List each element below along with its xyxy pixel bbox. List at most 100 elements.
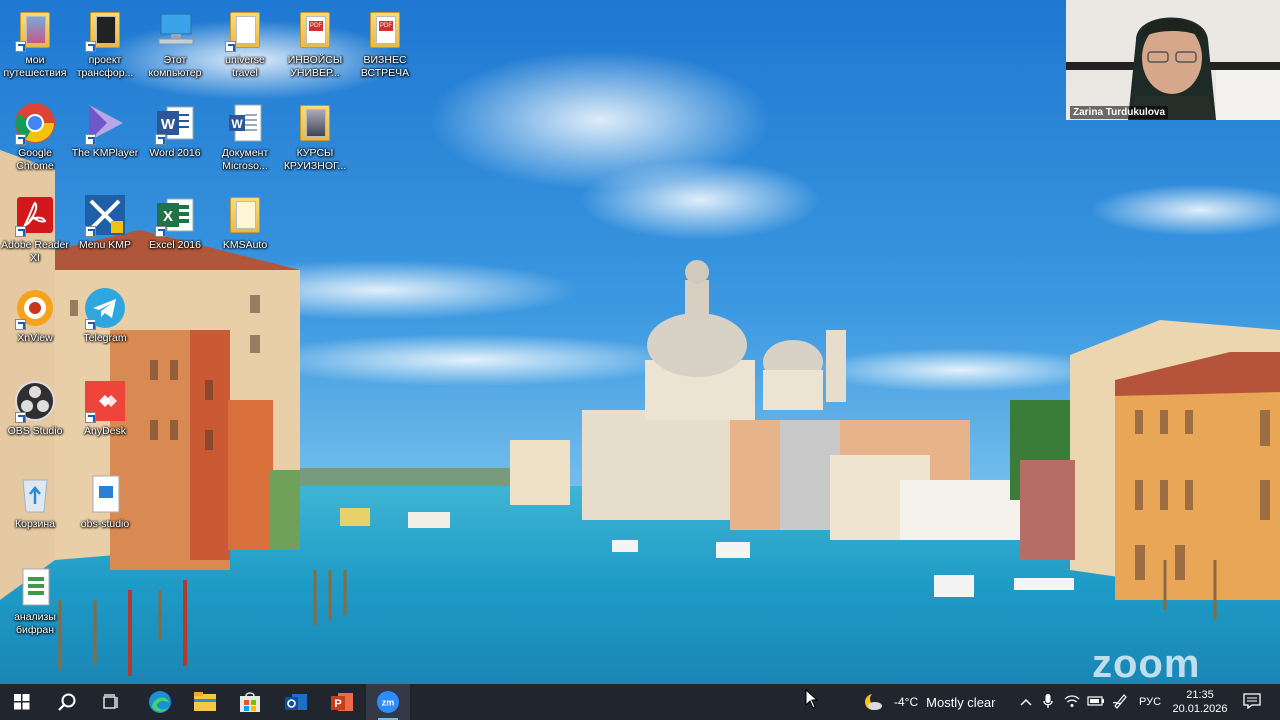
folder-pdf-icon: PDF	[363, 8, 407, 52]
icon-label: Документ Microso...	[221, 147, 269, 172]
clock[interactable]: 21:35 20.01.2026	[1168, 688, 1232, 716]
search-icon	[58, 693, 76, 711]
desktop-icon-analizy[interactable]: анализы бифран	[0, 557, 70, 643]
anydesk-icon	[83, 379, 127, 423]
clock-time: 21:35	[1186, 689, 1214, 701]
mouse-cursor-icon	[805, 689, 819, 709]
svg-text:W: W	[161, 116, 176, 133]
icon-label: проект трансфор...	[76, 54, 134, 79]
weather-widget[interactable]: -4°C Mostly clear	[862, 684, 996, 720]
folder-icon	[13, 8, 57, 52]
notification-center-icon[interactable]	[1232, 692, 1272, 712]
store-icon	[240, 692, 260, 712]
windows-logo-icon	[14, 694, 30, 710]
zoom-video-tile[interactable]: Zarina Turdukulova	[1066, 0, 1280, 120]
file-explorer-icon	[194, 692, 216, 711]
adobe-reader-icon	[13, 193, 57, 237]
file-explorer-taskbar-button[interactable]	[183, 684, 227, 720]
microphone-icon[interactable]	[1036, 693, 1060, 712]
edge-icon	[149, 691, 171, 713]
icon-label: OBS Studio	[7, 425, 63, 437]
desktop-icon-universe-travel[interactable]: universe travel	[210, 0, 280, 86]
zoom-taskbar-button[interactable]: zm	[366, 684, 410, 720]
obs-icon	[13, 379, 57, 423]
battery-icon[interactable]	[1084, 695, 1108, 710]
desktop-icon-kmplayer[interactable]: The KMPlayer	[70, 93, 140, 179]
icon-label: Menu KMP	[79, 239, 131, 251]
zoom-icon: zm	[377, 691, 399, 713]
folder-icon	[83, 8, 127, 52]
zoom-watermark: zoom	[1092, 642, 1201, 686]
weather-temperature: -4°C	[894, 695, 919, 709]
desktop-icon-telegram[interactable]: Telegram	[70, 278, 140, 364]
powerpoint-icon: P	[331, 693, 353, 711]
desktop-icon-excel-2016[interactable]: X Excel 2016	[140, 185, 210, 271]
desktop-icon-kmsauto[interactable]: KMSAuto	[210, 185, 280, 271]
icon-label: Этот компьютер	[148, 54, 202, 79]
svg-text:zm: zm	[382, 698, 395, 708]
folder-icon	[293, 101, 337, 145]
search-button[interactable]	[45, 684, 89, 720]
participant-name-label: Zarina Turdukulova	[1070, 106, 1169, 119]
desktop-icon-biznes-vstrecha[interactable]: PDF ВИЗНЕС ВСТРЕЧА	[350, 0, 420, 86]
participant-video	[1066, 0, 1280, 120]
icon-label: ИНВОЙСЫ УНИВЕР...	[287, 54, 343, 79]
folder-icon	[223, 8, 267, 52]
icon-label: Word 2016	[149, 147, 201, 159]
icon-label: Adobe Reader XI	[1, 239, 69, 264]
icon-label: universe travel	[225, 54, 265, 79]
icon-label: мои путешествия	[3, 54, 67, 79]
clock-date: 20.01.2026	[1172, 703, 1228, 715]
icon-label: obs-studio	[80, 518, 130, 530]
chrome-icon	[13, 101, 57, 145]
outlook-taskbar-button[interactable]	[274, 684, 318, 720]
icon-label: Excel 2016	[149, 239, 201, 251]
wifi-icon[interactable]	[1060, 694, 1084, 711]
file-icon	[83, 472, 127, 516]
telegram-icon	[83, 286, 127, 330]
kmp-menu-icon	[83, 193, 127, 237]
desktop-icon-google-chrome[interactable]: Google Chrome	[0, 93, 70, 179]
desktop-icon-kursy[interactable]: КУРСЫ КРУИЗНОГ...	[280, 93, 350, 179]
desktop-icon-adobe-reader[interactable]: Adobe Reader XI	[0, 185, 70, 271]
desktop-icon-proekt[interactable]: проект трансфор...	[70, 0, 140, 86]
desktop-icon-invoisy[interactable]: PDF ИНВОЙСЫ УНИВЕР...	[280, 0, 350, 86]
desktop-icon-obs-studio-file[interactable]: obs-studio	[70, 464, 140, 550]
desktop-icon-menu-kmp[interactable]: Menu KMP	[70, 185, 140, 271]
word-document-icon: W	[223, 101, 267, 145]
svg-text:P: P	[334, 698, 341, 710]
taskbar: P zm -4°C Mostly clear РУС 21:35 20.01.2…	[0, 684, 1280, 720]
desktop-icon-document-microsoft[interactable]: W Документ Microso...	[210, 93, 280, 179]
icon-label: анализы бифран	[14, 611, 56, 636]
chevron-up-icon[interactable]	[1016, 695, 1036, 709]
desktop-icon-anydesk[interactable]: AnyDesk	[70, 371, 140, 457]
icon-label: Telegram	[83, 332, 127, 344]
powerpoint-taskbar-button[interactable]: P	[320, 684, 364, 720]
moon-weather-icon	[865, 692, 884, 710]
desktop-icon-recycle-bin[interactable]: Корзина	[0, 464, 70, 550]
language-indicator[interactable]: РУС	[1132, 696, 1168, 708]
desktop-icon-word-2016[interactable]: W Word 2016	[140, 93, 210, 179]
desktop-icon-moi-puteshestviya[interactable]: мои путешествия	[0, 0, 70, 86]
system-tray: РУС 21:35 20.01.2026	[1016, 684, 1272, 720]
pen-icon[interactable]	[1108, 693, 1132, 712]
file-icon	[13, 565, 57, 609]
desktop-icon-obs-studio[interactable]: OBS Studio	[0, 371, 70, 457]
outlook-icon	[285, 694, 307, 710]
icon-label: XnView	[17, 332, 53, 344]
computer-icon	[153, 8, 197, 52]
icon-label: Google Chrome	[16, 147, 54, 172]
excel-icon: X	[153, 193, 197, 237]
folder-pdf-icon: PDF	[293, 8, 337, 52]
weather-condition: Mostly clear	[926, 694, 996, 710]
desktop-icon-this-pc[interactable]: Этот компьютер	[140, 0, 210, 86]
icon-label: Корзина	[15, 518, 55, 530]
xnview-icon	[13, 286, 57, 330]
desktop-icon-xnview[interactable]: XnView	[0, 278, 70, 364]
icon-label: КУРСЫ КРУИЗНОГ...	[283, 147, 347, 172]
edge-taskbar-button[interactable]	[138, 684, 182, 720]
svg-text:X: X	[163, 208, 173, 225]
task-view-button[interactable]	[90, 684, 134, 720]
start-button[interactable]	[0, 684, 44, 720]
store-taskbar-button[interactable]	[228, 684, 272, 720]
